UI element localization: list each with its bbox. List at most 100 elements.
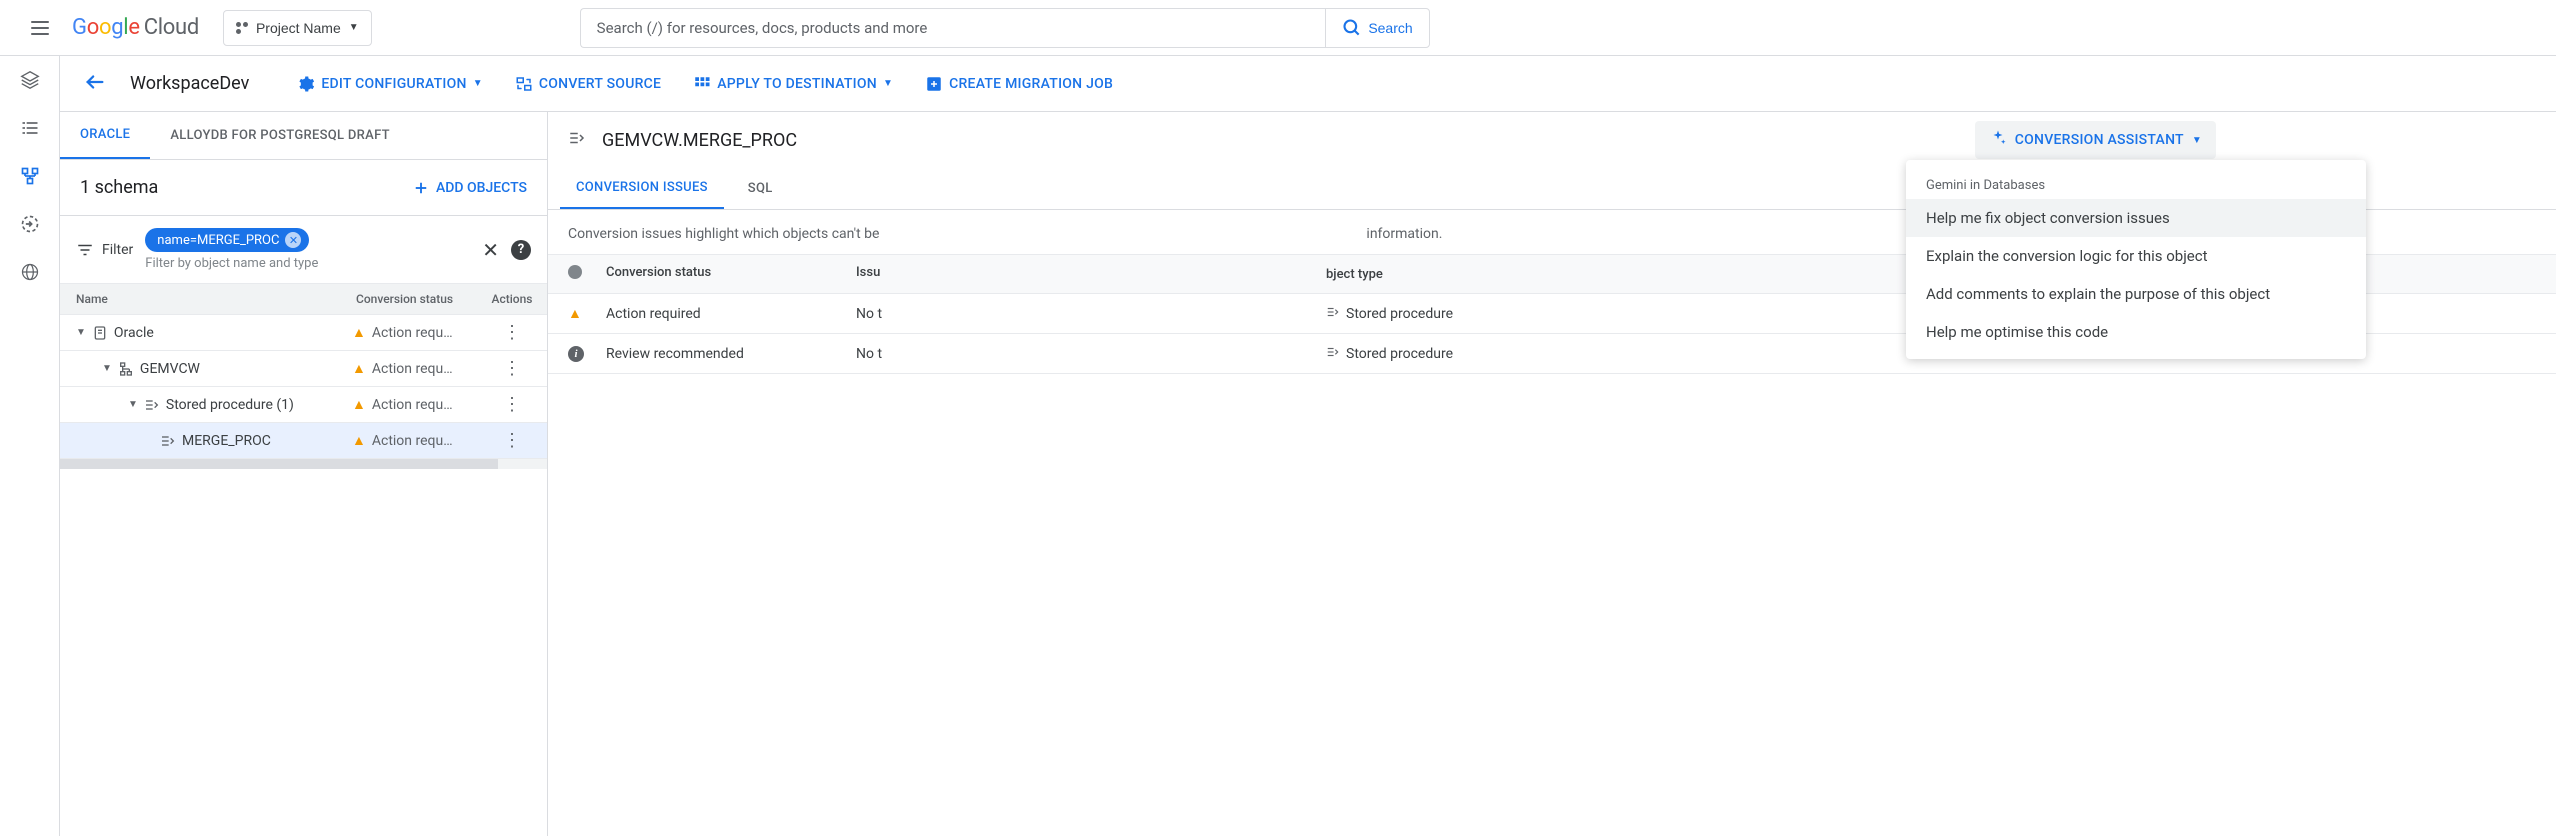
row-actions-menu[interactable]: ⋮ bbox=[477, 358, 547, 379]
apply-destination-button[interactable]: APPLY TO DESTINATION ▼ bbox=[693, 75, 893, 93]
tab-issues-label: CONVERSION ISSUES bbox=[576, 180, 708, 195]
chevron-down-icon: ▼ bbox=[349, 22, 359, 33]
main-menu-button[interactable] bbox=[16, 4, 64, 52]
tree-col-actions: Actions bbox=[477, 284, 547, 314]
tree-col-name: Name bbox=[60, 284, 352, 314]
dropdown-item-explain-logic[interactable]: Explain the conversion logic for this ob… bbox=[1906, 237, 2366, 275]
search-input[interactable]: Search (/) for resources, docs, products… bbox=[580, 8, 1326, 48]
expand-arrow-icon[interactable]: ▼ bbox=[102, 363, 112, 374]
edit-config-label: EDIT CONFIGURATION bbox=[321, 76, 466, 92]
tree-label: Oracle bbox=[114, 325, 154, 341]
issues-col-status[interactable]: Conversion status bbox=[598, 255, 848, 293]
google-cloud-logo[interactable]: Google Cloud bbox=[72, 15, 199, 40]
tab-alloydb[interactable]: ALLOYDB FOR POSTGRESQL DRAFT bbox=[150, 112, 410, 159]
assist-btn-label: CONVERSION ASSISTANT bbox=[2015, 132, 2184, 148]
chevron-down-icon: ▼ bbox=[883, 78, 893, 89]
conversion-assistant-button[interactable]: CONVERSION ASSISTANT ▼ bbox=[1975, 121, 2216, 159]
issues-col-icon bbox=[548, 255, 598, 293]
search-placeholder: Search (/) for resources, docs, products… bbox=[597, 19, 928, 37]
row-actions-menu[interactable]: ⋮ bbox=[477, 394, 547, 415]
dropdown-section-header: Gemini in Databases bbox=[1906, 168, 2366, 199]
project-dots-icon bbox=[236, 22, 248, 34]
tab-conversion-issues[interactable]: CONVERSION ISSUES bbox=[560, 168, 724, 209]
tree-status: Action requ… bbox=[372, 325, 453, 341]
apply-destination-label: APPLY TO DESTINATION bbox=[717, 76, 877, 92]
tree-row-stored-proc-folder[interactable]: ▼ Stored procedure (1) ▲Action requ… ⋮ bbox=[60, 387, 547, 423]
tab-oracle-label: ORACLE bbox=[80, 127, 130, 142]
tree-label: GEMVCW bbox=[140, 361, 200, 377]
warning-icon: ▲ bbox=[352, 324, 366, 341]
horizontal-scrollbar[interactable] bbox=[60, 459, 547, 469]
tree-status: Action requ… bbox=[372, 397, 453, 413]
dropdown-item-label: Add comments to explain the purpose of t… bbox=[1926, 285, 2270, 303]
tab-alloydb-label: ALLOYDB FOR POSTGRESQL DRAFT bbox=[170, 128, 390, 143]
dropdown-item-label: Help me optimise this code bbox=[1926, 323, 2108, 341]
filter-label: Filter bbox=[76, 241, 133, 259]
search-icon bbox=[1342, 18, 1362, 38]
row-actions-menu[interactable]: ⋮ bbox=[477, 322, 547, 343]
tab-oracle[interactable]: ORACLE bbox=[60, 112, 150, 159]
plus-icon bbox=[412, 179, 430, 197]
tree-row-merge-proc[interactable]: MERGE_PROC ▲ Action requ… ⋮ bbox=[60, 423, 547, 459]
gear-icon bbox=[297, 75, 315, 93]
issue-status: Review recommended bbox=[598, 336, 848, 372]
rail-workspace-icon[interactable] bbox=[18, 164, 42, 188]
tab-sql[interactable]: SQL bbox=[732, 168, 789, 209]
rail-list-icon[interactable] bbox=[18, 116, 42, 140]
proc-icon bbox=[1326, 305, 1340, 323]
filter-input[interactable]: name=MERGE_PROC ✕ Filter by object name … bbox=[145, 228, 470, 271]
create-migration-job-button[interactable]: CREATE MIGRATION JOB bbox=[925, 75, 1113, 93]
proc-icon bbox=[1326, 345, 1340, 363]
conversion-assistant-menu: Gemini in Databases Help me fix object c… bbox=[1906, 160, 2366, 359]
search-button-label: Search bbox=[1368, 20, 1412, 36]
issues-col-issue[interactable]: Issu bbox=[848, 255, 1318, 293]
workspace-title: WorkspaceDev bbox=[130, 73, 249, 94]
expand-arrow-icon[interactable]: ▼ bbox=[128, 399, 138, 410]
issue-status: Action required bbox=[598, 296, 848, 332]
dropdown-item-fix-issues[interactable]: Help me fix object conversion issues bbox=[1906, 199, 2366, 237]
warning-icon: ▲ bbox=[352, 432, 366, 449]
tree-row-oracle[interactable]: ▼ Oracle ▲ Action requ… ⋮ bbox=[60, 315, 547, 351]
dropdown-item-label: Explain the conversion logic for this ob… bbox=[1926, 247, 2208, 265]
convert-icon bbox=[515, 75, 533, 93]
dropdown-item-add-comments[interactable]: Add comments to explain the purpose of t… bbox=[1906, 275, 2366, 313]
chevron-down-icon: ▼ bbox=[473, 78, 483, 89]
project-name-label: Project Name bbox=[256, 20, 341, 36]
rail-import-icon[interactable] bbox=[18, 212, 42, 236]
tree-status: Action requ… bbox=[372, 433, 453, 449]
issue-text: No t bbox=[848, 336, 1318, 372]
filter-chip[interactable]: name=MERGE_PROC ✕ bbox=[145, 228, 309, 252]
filter-help-button[interactable]: ? bbox=[511, 240, 531, 260]
proc-icon bbox=[160, 433, 176, 449]
add-objects-button[interactable]: ADD OBJECTS bbox=[412, 179, 527, 197]
issue-type: Stored procedure bbox=[1346, 306, 1453, 322]
proc-icon bbox=[568, 129, 586, 151]
back-arrow-button[interactable] bbox=[84, 71, 106, 97]
filter-chip-label: name=MERGE_PROC bbox=[157, 233, 279, 248]
warning-icon: ▲ bbox=[352, 360, 366, 377]
expand-arrow-icon[interactable]: ▼ bbox=[76, 327, 86, 338]
filter-placeholder: Filter by object name and type bbox=[145, 256, 318, 271]
rail-globe-icon[interactable] bbox=[18, 260, 42, 284]
create-job-label: CREATE MIGRATION JOB bbox=[949, 76, 1113, 92]
search-button[interactable]: Search bbox=[1325, 8, 1429, 48]
convert-source-button[interactable]: CONVERT SOURCE bbox=[515, 75, 661, 93]
tree-col-status: Conversion status bbox=[352, 284, 477, 314]
row-actions-menu[interactable]: ⋮ bbox=[477, 430, 547, 451]
issues-desc-left: Conversion issues highlight which object… bbox=[568, 226, 879, 242]
filter-clear-button[interactable]: ✕ bbox=[482, 238, 499, 262]
edit-configuration-button[interactable]: EDIT CONFIGURATION ▼ bbox=[297, 75, 483, 93]
chevron-down-icon: ▼ bbox=[2192, 135, 2202, 146]
filter-chip-remove-icon[interactable]: ✕ bbox=[285, 232, 301, 248]
logo-cloud-text: Cloud bbox=[144, 15, 199, 40]
rail-layers-icon[interactable] bbox=[18, 68, 42, 92]
issue-text: No t bbox=[848, 296, 1318, 332]
filter-icon bbox=[76, 241, 94, 259]
project-selector-button[interactable]: Project Name ▼ bbox=[223, 10, 372, 46]
dropdown-item-optimise[interactable]: Help me optimise this code bbox=[1906, 313, 2366, 351]
schema-count: 1 schema bbox=[80, 177, 158, 198]
tree-label: MERGE_PROC bbox=[182, 433, 271, 449]
issue-type: Stored procedure bbox=[1346, 346, 1453, 362]
tree-label: Stored procedure (1) bbox=[166, 397, 294, 413]
tree-row-schema[interactable]: ▼ GEMVCW ▲Action requ… ⋮ bbox=[60, 351, 547, 387]
